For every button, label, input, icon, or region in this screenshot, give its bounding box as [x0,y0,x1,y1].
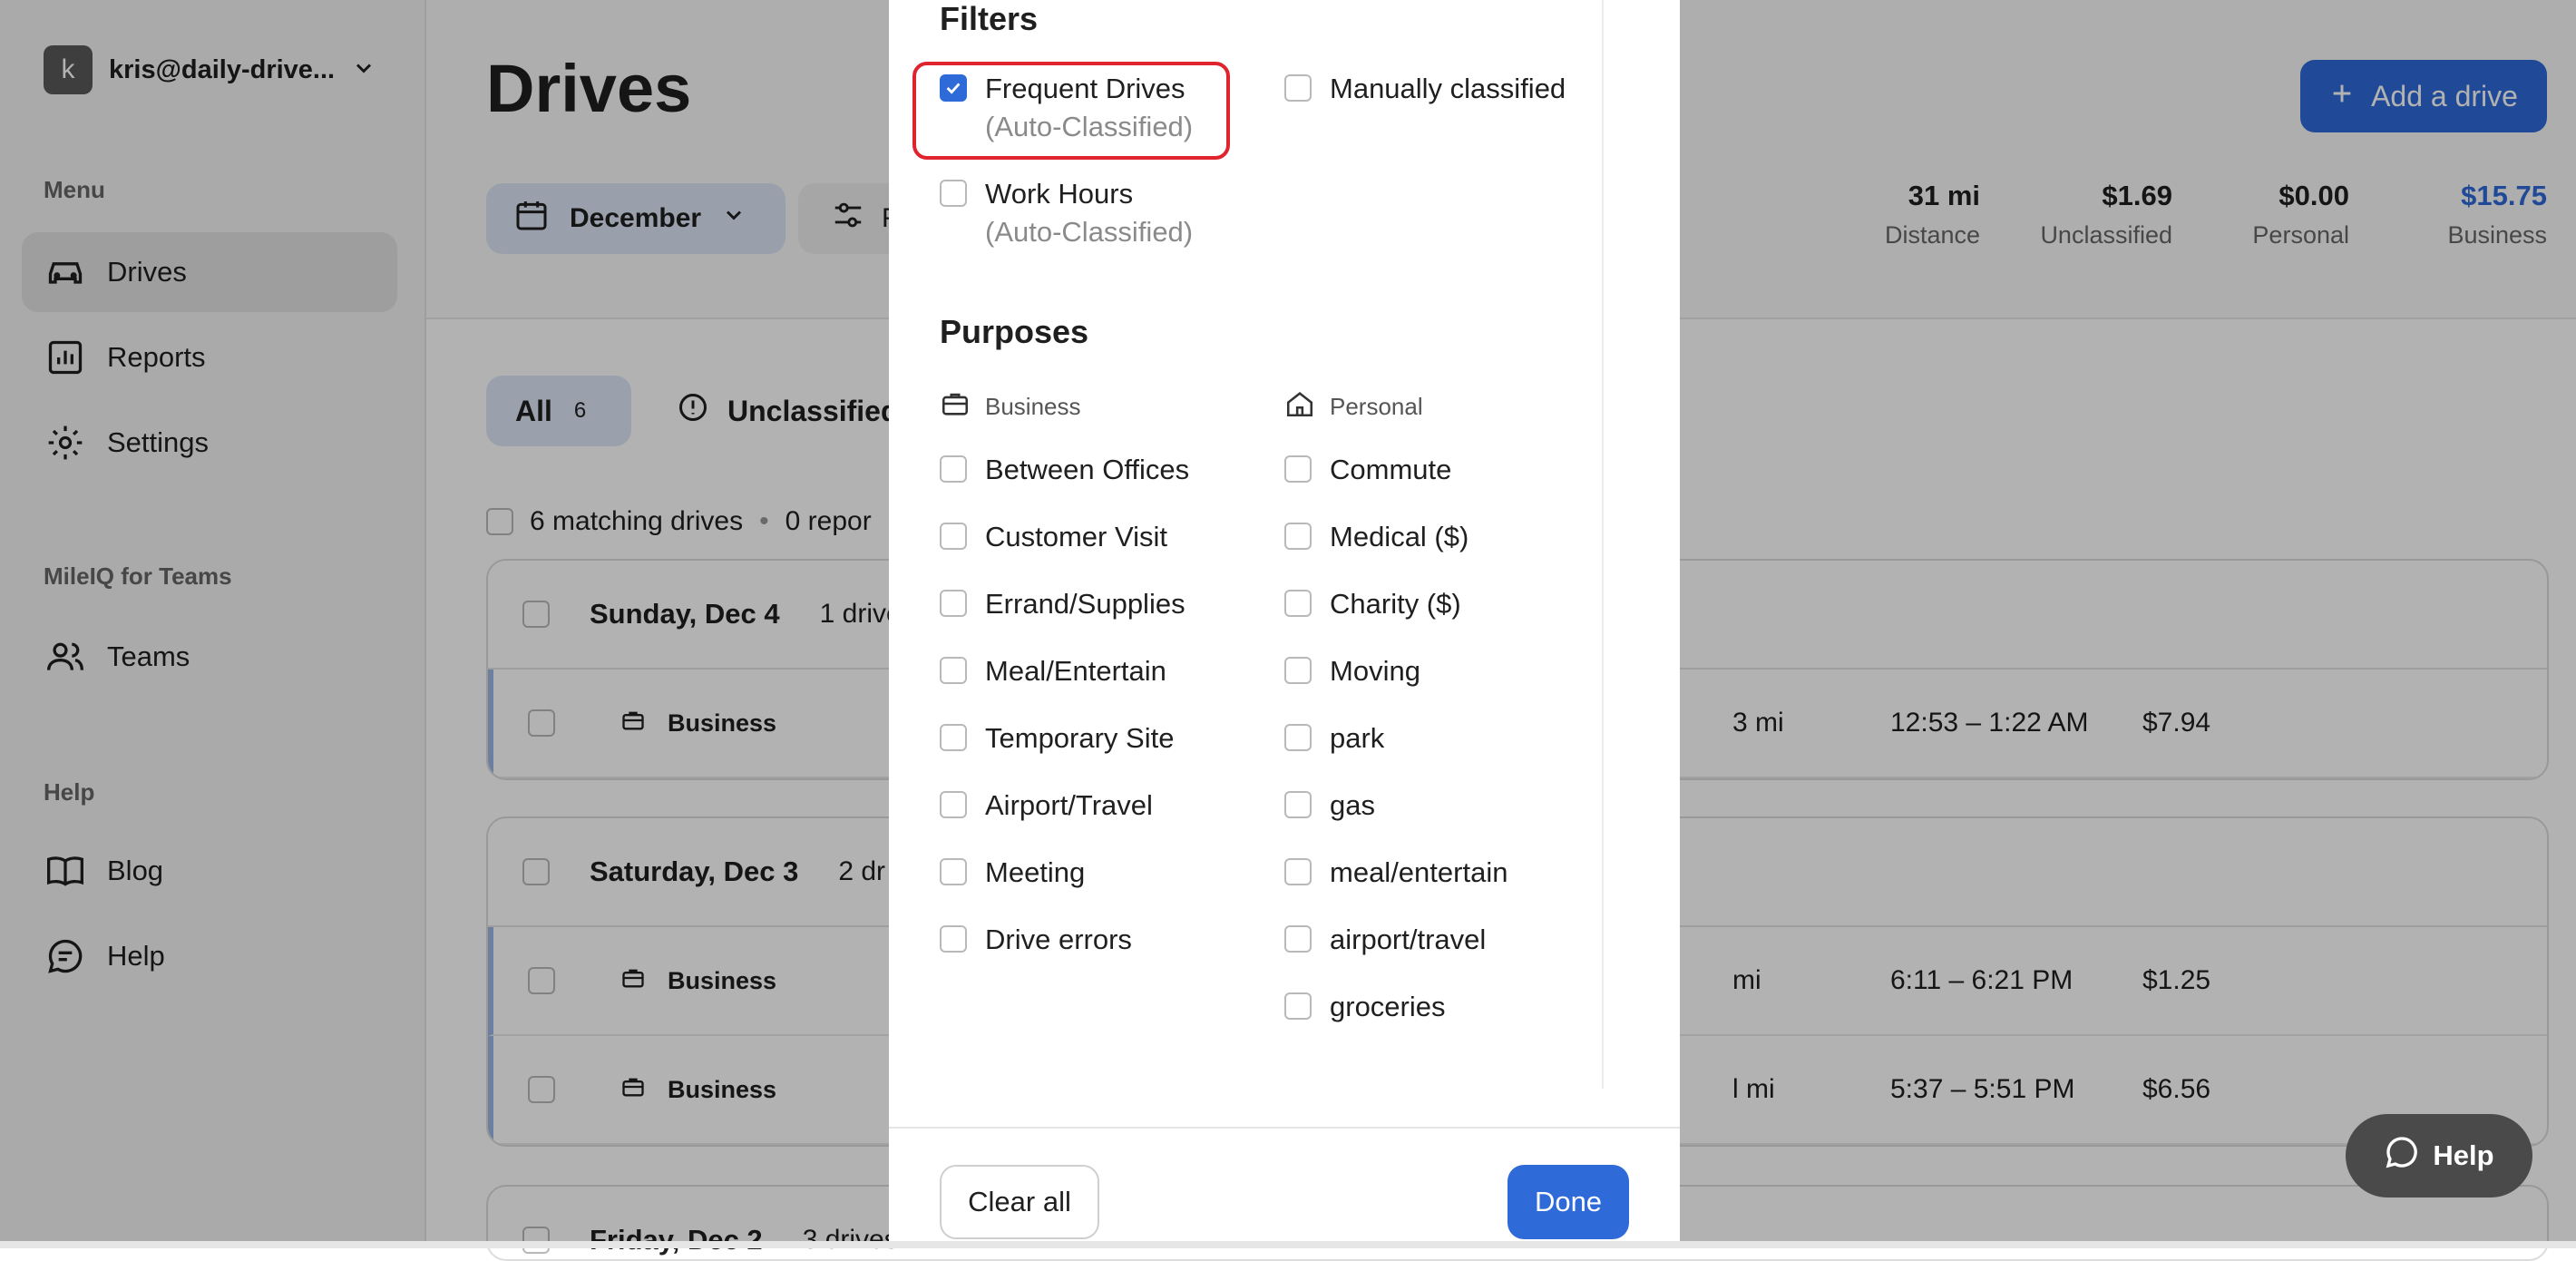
personal-group-label: Personal [1284,388,1423,425]
purpose-option[interactable]: airport/travel [1284,924,1486,956]
group-label: Personal [1330,393,1423,420]
filter-subtitle: (Auto-Classified) [985,216,1194,248]
purpose-option[interactable]: Temporary Site [940,722,1174,755]
clear-all-button[interactable]: Clear all [940,1165,1099,1239]
purpose-option[interactable]: Meal/Entertain [940,655,1166,688]
chat-bubble-icon [2384,1134,2420,1178]
filters-title: Filters [940,0,1039,37]
window-bottom-edge [0,1241,2576,1248]
purpose-checkbox[interactable] [1284,724,1312,751]
filter-title: Work Hours [985,178,1134,210]
purpose-checkbox[interactable] [1284,858,1312,885]
group-label: Business [985,393,1081,420]
purpose-option[interactable]: Between Offices [940,454,1189,486]
scroll-divider [1602,0,1604,1089]
purpose-label: Airport/Travel [985,789,1153,821]
purpose-checkbox[interactable] [1284,590,1312,617]
help-button-label: Help [2433,1139,2494,1171]
manually-classified-checkbox[interactable] [1284,74,1312,102]
purpose-label: Medical ($) [1330,521,1469,552]
purpose-label: Meeting [985,856,1086,888]
purpose-option[interactable]: Meeting [940,856,1085,889]
purposes-title: Purposes [940,313,1089,350]
purpose-label: gas [1330,789,1375,821]
filter-frequent-drives[interactable]: Frequent Drives (Auto-Classified) [940,73,1193,143]
home-icon [1284,388,1315,425]
purpose-label: Drive errors [985,924,1132,955]
filter-label: Work Hours (Auto-Classified) [985,178,1193,249]
modal-footer: Clear all Done [889,1127,1680,1248]
purpose-checkbox[interactable] [1284,791,1312,818]
filter-subtitle: (Auto-Classified) [985,111,1194,142]
purpose-checkbox[interactable] [1284,523,1312,550]
purpose-checkbox[interactable] [940,590,967,617]
purpose-checkbox[interactable] [940,657,967,684]
purpose-checkbox[interactable] [940,455,967,483]
purpose-label: Charity ($) [1330,588,1461,620]
purpose-option[interactable]: gas [1284,789,1375,822]
purpose-option[interactable]: park [1284,722,1384,755]
purpose-label: Temporary Site [985,722,1175,754]
purpose-option[interactable]: Moving [1284,655,1420,688]
purpose-checkbox[interactable] [1284,992,1312,1020]
purpose-option[interactable]: Airport/Travel [940,789,1153,822]
purpose-option[interactable]: Charity ($) [1284,588,1461,621]
filter-label: Frequent Drives (Auto-Classified) [985,73,1193,143]
purpose-label: Errand/Supplies [985,588,1186,620]
purpose-checkbox[interactable] [940,925,967,953]
purpose-option[interactable]: Commute [1284,454,1451,486]
filters-modal: Filters Frequent Drives (Auto-Classified… [889,0,1680,1248]
purpose-label: park [1330,722,1385,754]
frequent-drives-checkbox[interactable] [940,74,967,102]
purpose-label: meal/entertain [1330,856,1508,888]
purpose-option[interactable]: Drive errors [940,924,1132,956]
check-icon [946,83,961,94]
purpose-checkbox[interactable] [940,858,967,885]
purpose-label: Moving [1330,655,1420,687]
purpose-label: airport/travel [1330,924,1487,955]
purpose-label: Between Offices [985,454,1190,485]
purpose-checkbox[interactable] [1284,455,1312,483]
app-root: k kris@daily-drive... Menu Drives Report… [0,0,2576,1261]
purpose-option[interactable]: meal/entertain [1284,856,1508,889]
purpose-label: Customer Visit [985,521,1167,552]
purpose-option[interactable]: Medical ($) [1284,521,1469,553]
business-group-label: Business [940,388,1081,425]
purpose-label: Commute [1330,454,1452,485]
work-hours-checkbox[interactable] [940,180,967,207]
purpose-option[interactable]: groceries [1284,991,1446,1023]
purpose-checkbox[interactable] [1284,657,1312,684]
filter-title: Frequent Drives [985,73,1186,104]
purpose-label: groceries [1330,991,1446,1022]
purpose-checkbox[interactable] [1284,925,1312,953]
purpose-label: Meal/Entertain [985,655,1166,687]
purpose-option[interactable]: Errand/Supplies [940,588,1186,621]
purpose-option[interactable]: Customer Visit [940,521,1167,553]
filters-scroll-area[interactable]: Filters Frequent Drives (Auto-Classified… [889,0,1605,1089]
filter-manually-classified[interactable]: Manually classified [1284,73,1566,105]
purpose-checkbox[interactable] [940,724,967,751]
help-button[interactable]: Help [2346,1114,2532,1197]
filter-title: Manually classified [1330,73,1566,104]
purpose-checkbox[interactable] [940,523,967,550]
briefcase-icon [940,388,971,425]
purpose-checkbox[interactable] [940,791,967,818]
filter-work-hours[interactable]: Work Hours (Auto-Classified) [940,178,1193,249]
done-button[interactable]: Done [1508,1165,1629,1239]
